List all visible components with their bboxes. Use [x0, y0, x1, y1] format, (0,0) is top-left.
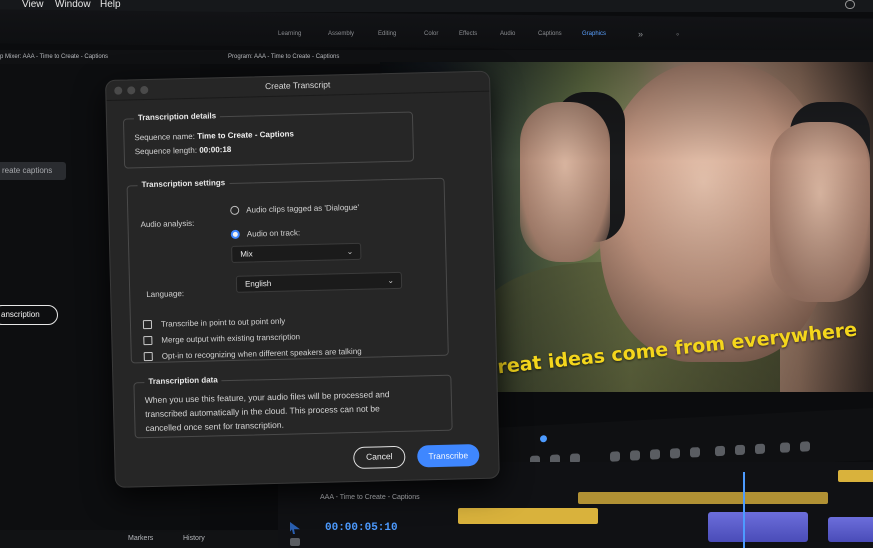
- tab-editing[interactable]: Editing: [378, 31, 396, 37]
- create-captions-button[interactable]: reate captions: [0, 162, 66, 180]
- tab-effects[interactable]: Effects: [459, 31, 477, 37]
- merge-output-label[interactable]: Merge output with existing transcription: [161, 332, 300, 344]
- play-icon[interactable]: [650, 449, 660, 460]
- transcription-details-group: Transcription details Sequence name: Tim…: [122, 111, 415, 169]
- chevron-down-icon: ⌄: [346, 246, 354, 257]
- audio-on-track-label[interactable]: Audio on track:: [247, 228, 301, 238]
- dialog-title: Create Transcript: [264, 79, 331, 92]
- workspace-menu-icon[interactable]: ◦: [676, 29, 679, 39]
- tab-assembly[interactable]: Assembly: [328, 31, 354, 37]
- program-monitor-title[interactable]: Program: AAA - Time to Create - Captions: [228, 54, 339, 60]
- transcription-data-legend: Transcription data: [144, 375, 222, 387]
- settings-icon[interactable]: [800, 441, 810, 452]
- tab-history[interactable]: History: [183, 535, 205, 542]
- sequence-length-label: Sequence length:: [134, 145, 198, 157]
- transcription-details-legend: Transcription details: [133, 111, 221, 123]
- speaker-recognition-label[interactable]: Opt-in to recognizing when different spe…: [162, 347, 362, 361]
- timeline-clip[interactable]: [578, 492, 828, 504]
- lift-icon[interactable]: [715, 445, 725, 457]
- audio-dialogue-label[interactable]: Audio clips tagged as 'Dialogue': [246, 203, 359, 215]
- tab-captions[interactable]: Captions: [538, 31, 562, 37]
- transcription-data-group: Transcription data When you use this fea…: [133, 374, 453, 439]
- merge-output-checkbox[interactable]: [143, 335, 153, 346]
- video-clip-thumbnail[interactable]: [708, 512, 808, 542]
- timeline-timecode[interactable]: 00:00:05:10: [325, 522, 398, 534]
- playhead[interactable]: [743, 472, 745, 548]
- menu-help[interactable]: Help: [100, 0, 121, 10]
- search-icon[interactable]: [845, 0, 855, 9]
- audio-analysis-label: Audio analysis:: [140, 218, 195, 230]
- transcribe-button[interactable]: Transcribe: [417, 443, 480, 468]
- step-back-icon[interactable]: [630, 450, 640, 461]
- tab-markers[interactable]: Markers: [128, 535, 153, 542]
- go-to-in-icon[interactable]: [610, 451, 620, 462]
- timeline-clip[interactable]: [838, 470, 873, 482]
- tab-audio[interactable]: Audio: [500, 31, 515, 37]
- bottom-panel-tabs: Markers History: [0, 530, 278, 548]
- tab-color[interactable]: Color: [424, 31, 438, 37]
- language-label: Language:: [146, 289, 185, 300]
- timeline-clip[interactable]: [458, 508, 598, 524]
- in-out-only-checkbox[interactable]: [142, 319, 153, 330]
- menu-view[interactable]: View: [22, 0, 44, 10]
- cancel-button[interactable]: Cancel: [353, 445, 406, 470]
- sequence-name-label: Sequence name:: [134, 131, 196, 143]
- tab-learning[interactable]: Learning: [278, 31, 301, 37]
- video-clip-thumbnail[interactable]: [828, 517, 873, 542]
- sequence-length-value: 00:00:18: [199, 144, 232, 155]
- track-select-tool-icon[interactable]: [290, 538, 300, 546]
- transcription-settings-legend: Transcription settings: [137, 177, 230, 190]
- chevron-down-icon: ⌄: [387, 276, 395, 286]
- speaker-recognition-checkbox[interactable]: [143, 351, 153, 362]
- step-forward-icon[interactable]: [670, 448, 680, 459]
- audio-track-select[interactable]: Mix ⌄: [231, 242, 362, 263]
- button-editor-icon[interactable]: [780, 442, 790, 453]
- language-select[interactable]: English ⌄: [235, 271, 403, 293]
- start-transcription-button[interactable]: anscription: [0, 305, 58, 325]
- language-select-value: English: [244, 278, 272, 289]
- go-to-out-icon[interactable]: [690, 447, 700, 458]
- tab-graphics[interactable]: Graphics: [582, 31, 606, 37]
- timeline-sequence-title[interactable]: AAA - Time to Create - Captions: [320, 494, 420, 501]
- audio-on-track-radio[interactable]: [230, 229, 240, 239]
- audio-track-select-value: Mix: [240, 249, 253, 259]
- extract-icon[interactable]: [735, 444, 745, 456]
- overflow-icon[interactable]: »: [638, 29, 643, 39]
- transcription-settings-group: Transcription settings Audio analysis: A…: [126, 177, 449, 364]
- menu-window[interactable]: Window: [55, 0, 91, 10]
- audio-mixer-panel-title[interactable]: p Mixer: AAA - Time to Create - Captions: [0, 54, 108, 60]
- sequence-name-value: Time to Create - Captions: [197, 129, 294, 141]
- export-frame-icon[interactable]: [755, 443, 765, 455]
- in-out-only-label[interactable]: Transcribe in point to out point only: [161, 317, 285, 329]
- create-transcript-dialog: Create Transcript Transcription details …: [105, 70, 500, 488]
- audio-dialogue-radio[interactable]: [230, 205, 240, 215]
- playhead-marker-icon[interactable]: [540, 435, 547, 443]
